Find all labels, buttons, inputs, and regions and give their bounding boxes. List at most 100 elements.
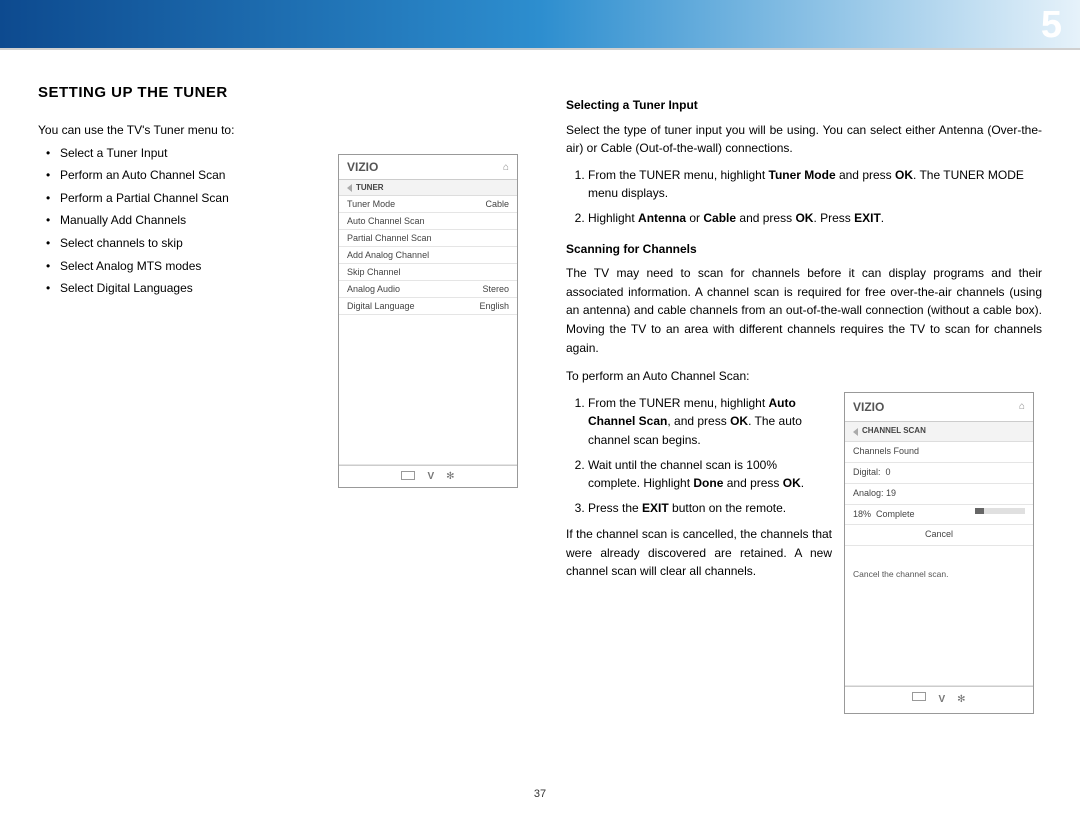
osd-breadcrumb: TUNER xyxy=(339,180,517,196)
text: Press the xyxy=(588,501,642,515)
list-item: Select Analog MTS modes xyxy=(60,257,338,276)
gear-icon: ✻ xyxy=(446,471,454,482)
osd-row-label: Auto Channel Scan xyxy=(347,216,425,226)
step-item: Press the EXIT button on the remote. xyxy=(588,499,832,518)
osd-row-label: Channels Found xyxy=(853,445,919,459)
right-column: Selecting a Tuner Input Select the type … xyxy=(538,84,1042,810)
tuner-osd-panel: VIZIO ⌂ TUNER Tuner Mode Cable Auto Chann… xyxy=(338,154,518,488)
back-icon xyxy=(853,428,858,436)
home-icon: ⌂ xyxy=(1019,399,1025,415)
step-item: Highlight Antenna or Cable and press OK.… xyxy=(588,209,1042,228)
bold: OK xyxy=(895,168,913,182)
scan-note: If the channel scan is cancelled, the ch… xyxy=(566,525,832,581)
chevron-down-icon: V xyxy=(427,471,434,482)
channel-scan-osd-panel: VIZIO ⌂ CHANNEL SCAN Channels Found Digi… xyxy=(844,392,1034,714)
osd-row: Partial Channel Scan xyxy=(339,230,517,247)
osd-row-label: Analog Audio xyxy=(347,284,400,294)
osd-row: Analog AudioStereo xyxy=(339,281,517,298)
text: and press xyxy=(736,211,795,225)
bold: Antenna xyxy=(638,211,686,225)
osd-header: VIZIO ⌂ xyxy=(845,393,1033,423)
text: . Press xyxy=(813,211,854,225)
step-item: Wait until the channel scan is 100% comp… xyxy=(588,456,832,493)
osd-row: Channels Found xyxy=(845,442,1033,463)
text: or xyxy=(686,211,703,225)
osd-footer: V ✻ xyxy=(339,465,517,487)
wide-icon xyxy=(912,692,926,701)
chapter-number: 5 xyxy=(1041,4,1062,47)
osd-list: Tuner Mode Cable Auto Channel Scan Partia… xyxy=(339,196,517,315)
osd-crumb-label: CHANNEL SCAN xyxy=(862,425,926,437)
osd-row-label: Digital: xyxy=(853,467,881,477)
back-icon xyxy=(347,184,352,192)
scan-intro: To perform an Auto Channel Scan: xyxy=(566,367,1042,386)
osd-empty-area: Cancel the channel scan. xyxy=(845,546,1033,686)
osd-row-value: Cable xyxy=(485,199,509,209)
bold: Done xyxy=(693,476,723,490)
chevron-down-icon: V xyxy=(938,692,945,708)
osd-row: Add Analog Channel xyxy=(339,247,517,264)
text: From the TUNER menu, highlight xyxy=(588,168,769,182)
top-banner: 5 xyxy=(0,0,1080,50)
scanning-para: The TV may need to scan for channels bef… xyxy=(566,264,1042,357)
intro-bullets: Select a Tuner Input Perform an Auto Cha… xyxy=(38,144,338,298)
step-item: From the TUNER menu, highlight Tuner Mod… xyxy=(588,166,1042,203)
step-item: From the TUNER menu, highlight Auto Chan… xyxy=(588,394,832,450)
bold: EXIT xyxy=(854,211,881,225)
text: button on the remote. xyxy=(669,501,786,515)
progress-percent: 18% xyxy=(853,509,871,519)
selecting-para: Select the type of tuner input you will … xyxy=(566,121,1042,158)
osd-row-value: 19 xyxy=(886,488,896,498)
progress-label: Complete xyxy=(876,509,915,519)
page-body: SETTING UP THE TUNER You can use the TV'… xyxy=(0,50,1080,810)
osd-row: Tuner Mode Cable xyxy=(339,196,517,213)
text: and press xyxy=(836,168,895,182)
osd-row-label: Digital Language xyxy=(347,301,415,311)
list-item: Select channels to skip xyxy=(60,234,338,253)
middle-column: VIZIO ⌂ TUNER Tuner Mode Cable Auto Chann… xyxy=(338,84,538,810)
osd-breadcrumb: CHANNEL SCAN xyxy=(845,422,1033,441)
text: . xyxy=(881,211,884,225)
wide-icon xyxy=(401,471,415,480)
bold: Tuner Mode xyxy=(769,168,836,182)
list-item: Select a Tuner Input xyxy=(60,144,338,163)
subhead-scanning: Scanning for Channels xyxy=(566,240,1042,259)
cancel-label: Cancel xyxy=(925,528,953,542)
home-icon: ⌂ xyxy=(503,162,509,173)
osd-row-label: Add Analog Channel xyxy=(347,250,429,260)
text: . xyxy=(801,476,804,490)
osd-row: Digital LanguageEnglish xyxy=(339,298,517,315)
bold: OK xyxy=(730,414,748,428)
osd-row-label: Skip Channel xyxy=(347,267,401,277)
text: From the TUNER menu, highlight xyxy=(588,396,769,410)
list-item: Perform an Auto Channel Scan xyxy=(60,166,338,185)
text: , and press xyxy=(667,414,730,428)
osd-brand: VIZIO xyxy=(853,398,884,417)
osd-row: Analog: 19 xyxy=(845,484,1033,505)
bold: EXIT xyxy=(642,501,669,515)
osd-row: Digital: 0 xyxy=(845,463,1033,484)
scan-steps: From the TUNER menu, highlight Auto Chan… xyxy=(566,394,832,518)
list-item: Select Digital Languages xyxy=(60,279,338,298)
progress-fill xyxy=(975,508,984,514)
osd-crumb-label: TUNER xyxy=(356,183,384,192)
bold: Cable xyxy=(703,211,736,225)
osd-header: VIZIO ⌂ xyxy=(339,155,517,180)
list-item: Perform a Partial Channel Scan xyxy=(60,189,338,208)
osd-row: Auto Channel Scan xyxy=(339,213,517,230)
progress-bar xyxy=(975,508,1025,514)
osd-row: Skip Channel xyxy=(339,264,517,281)
osd-brand: VIZIO xyxy=(347,160,378,174)
selecting-steps: From the TUNER menu, highlight Tuner Mod… xyxy=(566,166,1042,228)
text: and press xyxy=(723,476,782,490)
list-item: Manually Add Channels xyxy=(60,211,338,230)
page-number: 37 xyxy=(0,788,1080,800)
intro-line: You can use the TV's Tuner menu to: xyxy=(38,121,338,140)
subhead-selecting: Selecting a Tuner Input xyxy=(566,96,1042,115)
osd-empty-area xyxy=(339,315,517,465)
gear-icon: ✻ xyxy=(957,692,965,708)
bold: OK xyxy=(783,476,801,490)
scan-osd-column: VIZIO ⌂ CHANNEL SCAN Channels Found Digi… xyxy=(832,386,1042,714)
osd-row-label: Analog: xyxy=(853,488,884,498)
osd-row-label: Tuner Mode xyxy=(347,199,395,209)
